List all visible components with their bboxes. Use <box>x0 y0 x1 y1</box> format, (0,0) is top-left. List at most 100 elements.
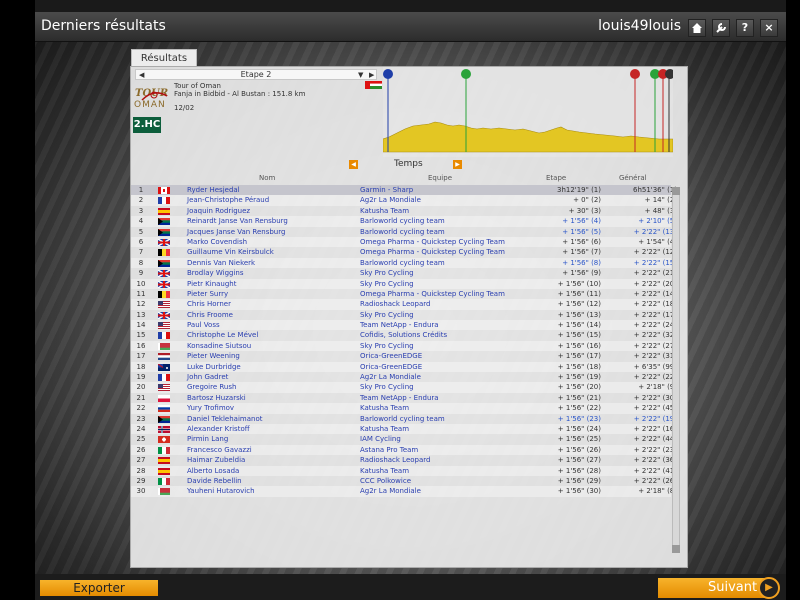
table-row[interactable]: 5 Jacques Janse Van Rensburg Barloworld cy… <box>131 227 677 237</box>
rider-name[interactable]: Chris Horner <box>187 299 231 309</box>
table-row[interactable]: 9 Brodlay Wiggins Sky Pro Cycling + 1'56" (… <box>131 268 677 278</box>
table-row[interactable]: 27 Haimar Zubeldia Radioshack Leopard + 1'5… <box>131 455 677 465</box>
rider-name[interactable]: Konsadine Siutsou <box>187 341 251 351</box>
team-name[interactable]: Ag2r La Mondiale <box>360 195 421 205</box>
tab-results[interactable]: Résultats <box>131 49 197 67</box>
wrench-icon[interactable] <box>712 19 730 37</box>
table-row[interactable]: 2 Jean-Christophe Péraud Ag2r La Mondiale +… <box>131 195 677 206</box>
table-row[interactable]: 21 Bartosz Huzarski Team NetApp - Endura + … <box>131 393 677 403</box>
scroll-up-icon[interactable] <box>672 187 680 195</box>
export-button[interactable]: Exporter <box>40 580 158 596</box>
table-row[interactable]: 6 Marko Covendish Omega Pharma - Quickstep… <box>131 236 677 248</box>
team-name[interactable]: Sky Pro Cycling <box>360 341 414 351</box>
table-row[interactable]: 22 Yury Trofimov Katusha Team + 1'56" (22) +… <box>131 403 677 414</box>
team-name[interactable]: Sky Pro Cycling <box>360 279 414 289</box>
team-name[interactable]: Sky Pro Cycling <box>360 382 414 392</box>
table-row[interactable]: 10 Pietr Kinaught Sky Pro Cycling + 1'56" (… <box>131 278 677 289</box>
rider-name[interactable]: Gregoire Rush <box>187 382 236 392</box>
team-name[interactable]: IAM Cycling <box>360 434 401 444</box>
rider-name[interactable]: Chris Froome <box>187 310 233 320</box>
table-row[interactable]: 30 Yauheni Hutarovich Ag2r La Mondiale + 1'… <box>131 486 677 497</box>
table-row[interactable]: 4 Reinardt Janse Van Rensburg Barloworld c… <box>131 216 677 227</box>
table-row[interactable]: 15 Christophe Le Mével Cofidis, Solutions … <box>131 330 677 340</box>
team-name[interactable]: Garmin - Sharp <box>360 185 413 195</box>
rider-name[interactable]: Marko Covendish <box>187 237 247 247</box>
team-name[interactable]: Omega Pharma - Quickstep Cycling Team <box>360 237 505 247</box>
chevron-down-icon[interactable]: ▼ <box>358 70 363 80</box>
team-name[interactable]: Barloworld cycling team <box>360 227 445 237</box>
team-name[interactable]: Sky Pro Cycling <box>360 268 414 278</box>
rider-name[interactable]: Guillaume Vin Keirsbulck <box>187 247 274 257</box>
team-name[interactable]: Omega Pharma - Quickstep Cycling Team <box>360 289 505 299</box>
stage-select[interactable]: ◀ Etape 2 ▼ ▶ <box>135 69 377 80</box>
table-row[interactable]: 26 Francesco Gavazzi Astana Pro Team + 1'56… <box>131 444 677 456</box>
rider-name[interactable]: Joaquin Rodriguez <box>187 206 250 216</box>
rider-name[interactable]: Reinardt Janse Van Rensburg <box>187 216 288 226</box>
scroll-down-icon[interactable] <box>672 545 680 553</box>
close-icon[interactable]: × <box>760 19 778 37</box>
table-row[interactable]: 12 Chris Horner Radioshack Leopard + 1'56" … <box>131 299 677 310</box>
rider-name[interactable]: Pieter Weening <box>187 351 240 361</box>
rider-name[interactable]: Davide Rebellin <box>187 476 242 486</box>
team-name[interactable]: Barloworld cycling team <box>360 258 445 268</box>
rider-name[interactable]: Brodlay Wiggins <box>187 268 243 278</box>
table-row[interactable]: 13 Chris Froome Sky Pro Cycling + 1'56" (13… <box>131 310 677 320</box>
table-row[interactable]: 3 Joaquin Rodriguez Katusha Team + 30" (3) +… <box>131 206 677 216</box>
home-icon[interactable] <box>688 19 706 37</box>
table-row[interactable]: 17 Pieter Weening Orica-GreenEDGE + 1'56" (… <box>131 351 677 361</box>
rider-name[interactable]: Pietr Kinaught <box>187 279 237 289</box>
team-name[interactable]: Ag2r La Mondiale <box>360 372 421 382</box>
team-name[interactable]: Barloworld cycling team <box>360 216 445 226</box>
table-row[interactable]: 11 Pieter Surry Omega Pharma - Quickstep C… <box>131 289 677 299</box>
team-name[interactable]: Astana Pro Team <box>360 445 418 455</box>
help-icon[interactable]: ? <box>736 19 754 37</box>
table-row[interactable]: 25 Pirmin Lang IAM Cycling + 1'56" (25) + 2'… <box>131 434 677 444</box>
team-name[interactable]: Orica-GreenEDGE <box>360 351 422 361</box>
team-name[interactable]: Barloworld cycling team <box>360 414 445 424</box>
col-general[interactable]: Général <box>619 174 647 182</box>
rider-name[interactable]: Jacques Janse Van Rensburg <box>187 227 285 237</box>
rider-name[interactable]: Ryder Hesjedal <box>187 185 240 195</box>
stage-next-icon[interactable]: ▶ <box>369 70 374 80</box>
rider-name[interactable]: Haimar Zubeldia <box>187 455 245 465</box>
rider-name[interactable]: Yury Trofimov <box>187 403 234 413</box>
table-row[interactable]: 23 Daniel Teklehaimanot Barloworld cycling… <box>131 414 677 424</box>
team-name[interactable]: Radioshack Leopard <box>360 299 430 309</box>
team-name[interactable]: Katusha Team <box>360 466 409 476</box>
team-name[interactable]: Team NetApp - Endura <box>360 320 439 330</box>
team-name[interactable]: Cofidis, Solutions Crédits <box>360 330 447 340</box>
team-name[interactable]: Sky Pro Cycling <box>360 310 414 320</box>
table-row[interactable]: 18 Luke Durbridge Orica-GreenEDGE + 1'56" (… <box>131 361 677 373</box>
table-row[interactable]: 28 Alberto Losada Katusha Team + 1'56" (28)… <box>131 465 677 476</box>
rider-name[interactable]: Pieter Surry <box>187 289 228 299</box>
rider-name[interactable]: Alexander Kristoff <box>187 424 250 434</box>
rider-name[interactable]: Francesco Gavazzi <box>187 445 252 455</box>
table-row[interactable]: 1 Ryder Hesjedal Garmin - Sharp 3h12'19" (1… <box>131 185 677 196</box>
rider-name[interactable]: Dennis Van Niekerk <box>187 258 255 268</box>
rider-name[interactable]: John Gadret <box>187 372 228 382</box>
team-name[interactable]: Ag2r La Mondiale <box>360 486 421 496</box>
table-row[interactable]: 14 Paul Voss Team NetApp - Endura + 1'56" (… <box>131 320 677 331</box>
team-name[interactable]: Katusha Team <box>360 424 409 434</box>
col-team[interactable]: Equipe <box>428 174 452 182</box>
table-row[interactable]: 8 Dennis Van Niekerk Barloworld cycling te… <box>131 257 677 269</box>
col-stage[interactable]: Etape <box>546 174 566 182</box>
rider-name[interactable]: Luke Durbridge <box>187 362 241 372</box>
rider-name[interactable]: Paul Voss <box>187 320 220 330</box>
rider-name[interactable]: Christophe Le Mével <box>187 330 258 340</box>
table-row[interactable]: 24 Alexander Kristoff Katusha Team + 1'56" … <box>131 423 677 435</box>
table-row[interactable]: 29 Davide Rebellin CCC Polkowice + 1'56" (2… <box>131 476 677 486</box>
team-name[interactable]: Omega Pharma - Quickstep Cycling Team <box>360 247 505 257</box>
rider-name[interactable]: Bartosz Huzarski <box>187 393 246 403</box>
next-button[interactable]: Suivant ▶ <box>658 577 780 599</box>
table-row[interactable]: 19 John Gadret Ag2r La Mondiale + 1'56" (19… <box>131 372 677 382</box>
table-row[interactable]: 7 Guillaume Vin Keirsbulck Omega Pharma - … <box>131 247 677 257</box>
scrollbar[interactable] <box>672 187 680 553</box>
table-row[interactable]: 16 Konsadine Siutsou Sky Pro Cycling + 1'56… <box>131 340 677 352</box>
table-row[interactable]: 20 Gregoire Rush Sky Pro Cycling + 1'56" (2… <box>131 382 677 393</box>
sort-next-icon[interactable]: ▶ <box>453 160 462 169</box>
team-name[interactable]: Radioshack Leopard <box>360 455 430 465</box>
rider-name[interactable]: Alberto Losada <box>187 466 239 476</box>
rider-name[interactable]: Yauheni Hutarovich <box>187 486 255 496</box>
rider-name[interactable]: Pirmin Lang <box>187 434 228 444</box>
